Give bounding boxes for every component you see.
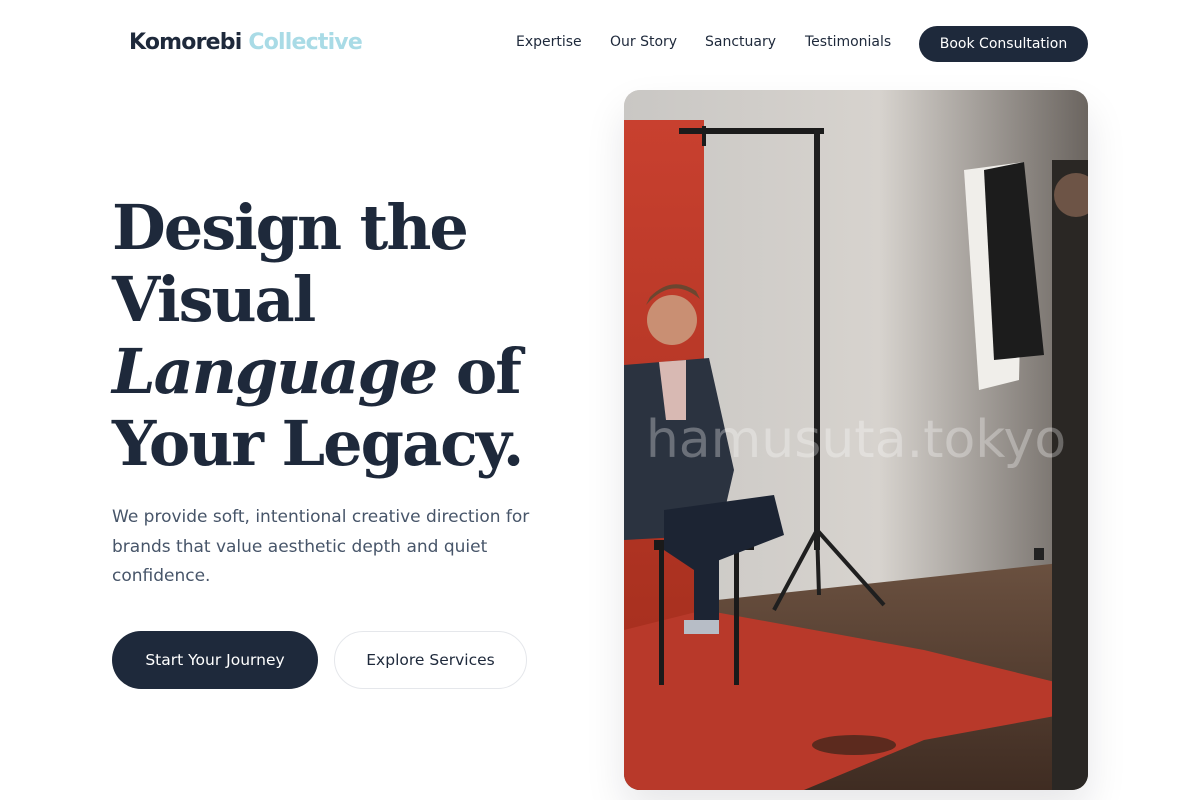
hero-title-line-4: Your Legacy. [112, 407, 524, 480]
book-consultation-button[interactable]: Book Consultation [919, 26, 1088, 62]
hero-description: We provide soft, intentional creative di… [112, 507, 530, 586]
hero-title-italic-word: Language [112, 335, 438, 408]
nav-link-expertise[interactable]: Expertise [516, 34, 582, 50]
hero-title-line-2: Visual [112, 263, 316, 336]
nav-link-testimonials[interactable]: Testimonials [805, 34, 891, 50]
explore-services-button[interactable]: Explore Services [334, 631, 527, 689]
hero-photo: hamusuta.tokyo [624, 90, 1088, 790]
brand-logo[interactable]: Komorebi Collective [129, 30, 363, 55]
site-header: Komorebi Collective Expertise Our Story … [0, 0, 1200, 86]
hero-title-line-3-rest: of [436, 335, 522, 408]
hero-title: Design the Visual Language of Your Legac… [112, 192, 572, 480]
brand-name-primary: Komorebi [129, 30, 242, 55]
nav-link-our-story[interactable]: Our Story [610, 34, 677, 50]
hero-title-line-1: Design the [112, 191, 469, 264]
hero-title-line-3: Language of [112, 336, 572, 408]
image-watermark: hamusuta.tokyo [645, 410, 1067, 470]
brand-name-accent: Collective [248, 30, 362, 55]
nav-link-sanctuary[interactable]: Sanctuary [705, 34, 776, 50]
start-journey-button[interactable]: Start Your Journey [112, 631, 318, 689]
